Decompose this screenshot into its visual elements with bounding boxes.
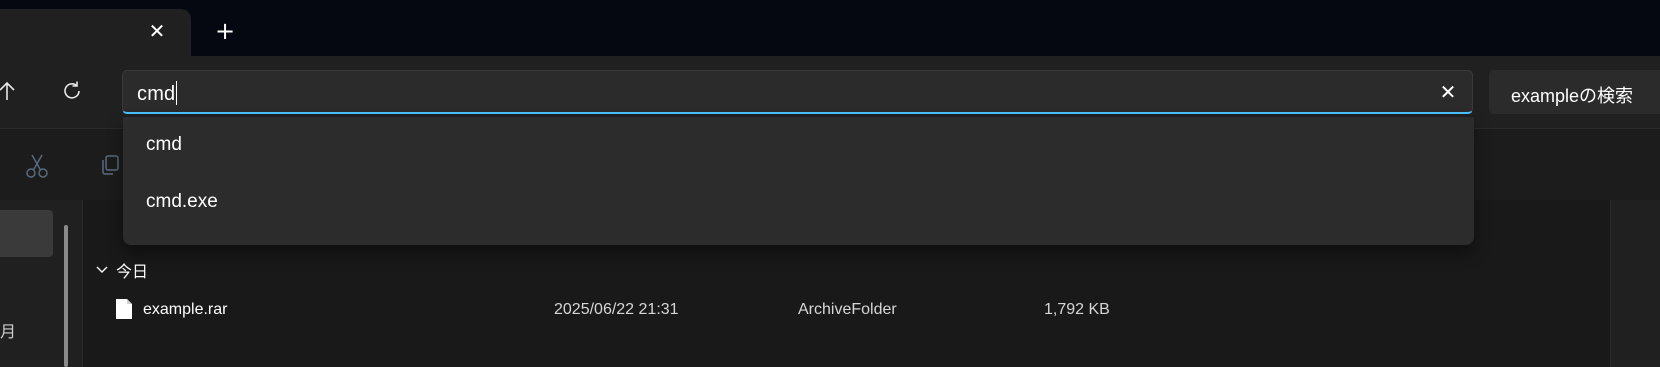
group-label: 今日 xyxy=(116,262,149,281)
suggestion-label: cmd xyxy=(146,134,182,155)
up-button[interactable] xyxy=(0,78,20,104)
suggestion-item[interactable]: cmd xyxy=(123,117,1474,175)
refresh-icon xyxy=(64,81,80,99)
new-tab-button[interactable]: + xyxy=(214,19,236,43)
details-pane xyxy=(1610,200,1660,367)
search-placeholder: exampleの検索 xyxy=(1511,86,1634,106)
selected-nav-item[interactable] xyxy=(0,210,53,257)
tab-close-icon[interactable]: ✕ xyxy=(147,21,167,41)
scissors-icon xyxy=(26,154,48,178)
search-box[interactable]: exampleの検索 xyxy=(1489,70,1660,114)
suggestion-label: cmd.exe xyxy=(146,191,218,212)
address-bar[interactable]: cmd ✕ xyxy=(122,70,1473,114)
file-modified-date: 2025/06/22 21:31 xyxy=(554,301,679,318)
text-caret xyxy=(176,81,178,105)
file-name: example.rar xyxy=(143,301,228,318)
sidebar-scrollbar[interactable] xyxy=(64,225,68,367)
navigation-pane: 月 xyxy=(0,200,83,367)
arrow-up-icon xyxy=(0,81,15,100)
copy-icon xyxy=(102,155,119,175)
address-input[interactable]: cmd xyxy=(137,81,178,106)
file-size: 1,792 KB xyxy=(1044,301,1110,318)
address-text: cmd xyxy=(137,83,176,105)
group-header-today[interactable]: 今日 xyxy=(96,258,148,282)
suggestion-item[interactable]: cmd.exe xyxy=(123,174,1474,232)
refresh-button[interactable] xyxy=(59,78,85,104)
file-row[interactable]: example.rar 2025/06/22 21:31 ArchiveFold… xyxy=(110,298,1110,324)
title-bar: ✕ + xyxy=(0,0,1660,56)
chevron-down-icon xyxy=(96,266,108,273)
address-suggestions-dropdown: cmd cmd.exe xyxy=(123,117,1474,245)
copy-button[interactable] xyxy=(98,153,122,181)
cut-button[interactable] xyxy=(25,153,49,183)
file-type: ArchiveFolder xyxy=(798,301,897,318)
clear-address-icon[interactable]: ✕ xyxy=(1438,82,1458,102)
explorer-tab[interactable]: ✕ xyxy=(0,9,191,56)
sidebar-item-label: 月 xyxy=(0,322,17,341)
file-icon xyxy=(115,298,133,325)
